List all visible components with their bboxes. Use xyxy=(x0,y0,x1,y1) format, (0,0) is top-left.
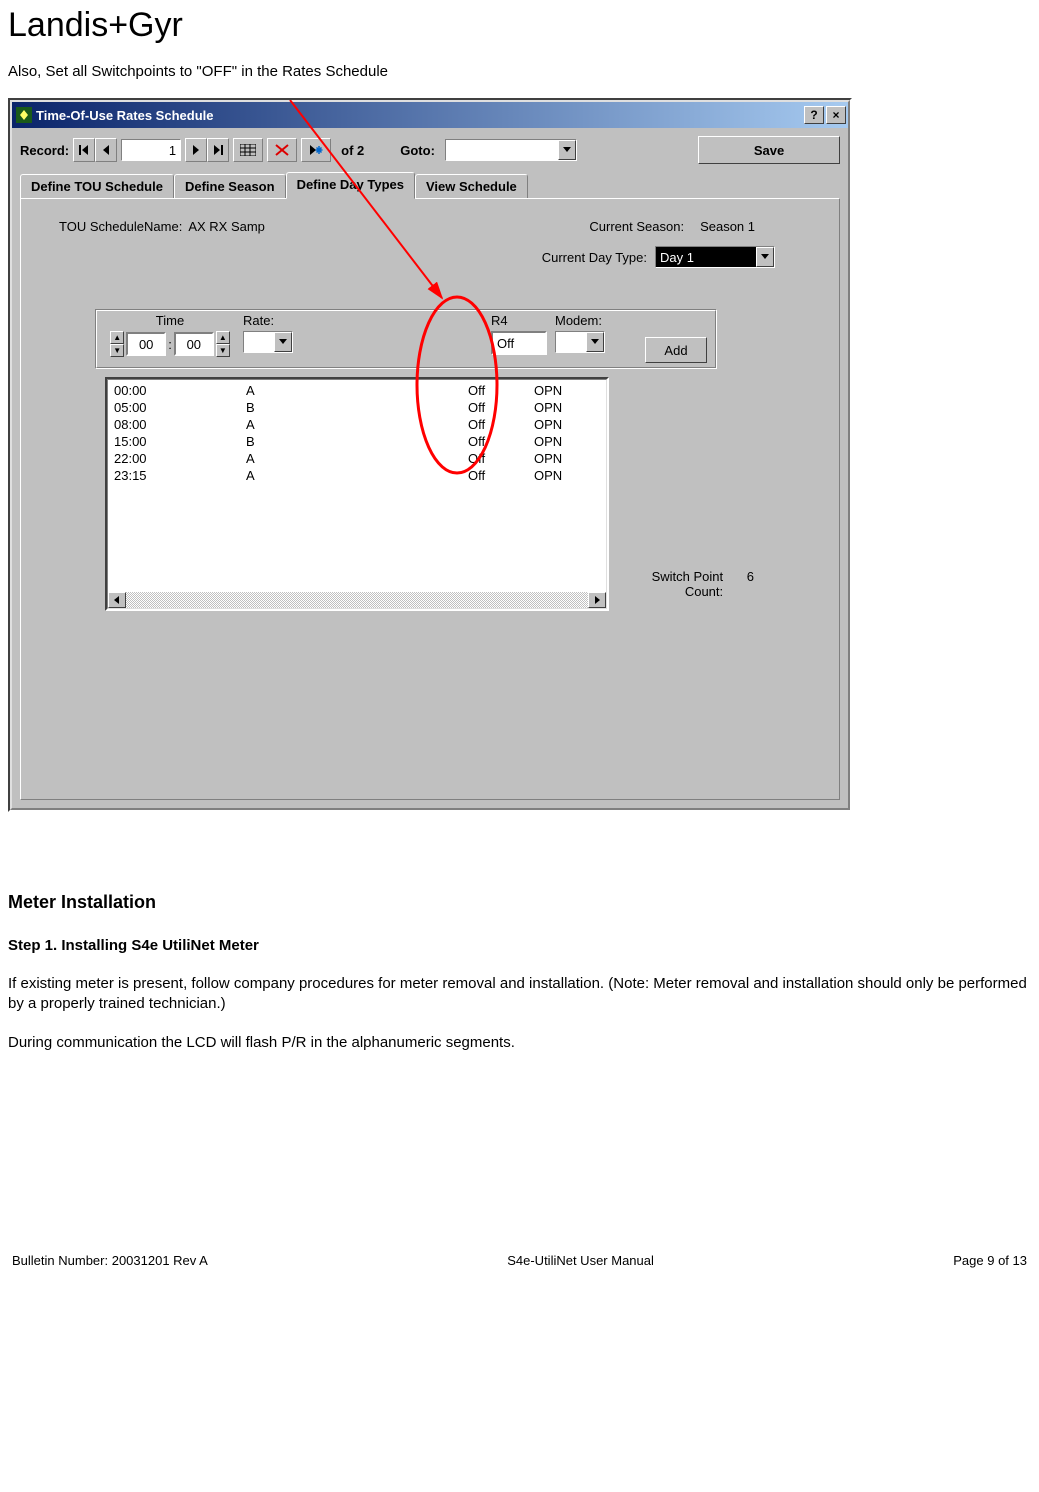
tab-define-tou-schedule[interactable]: Define TOU Schedule xyxy=(20,174,174,198)
schedule-name-label: TOU ScheduleName: xyxy=(59,219,182,234)
modem-combo[interactable] xyxy=(555,331,605,353)
list-item[interactable]: 05:00BOffOPN xyxy=(114,399,606,416)
grid-icon-button[interactable] xyxy=(233,138,263,162)
page-footer: Bulletin Number: 20031201 Rev A S4e-Util… xyxy=(8,1253,1031,1268)
scroll-left-icon[interactable] xyxy=(108,592,126,608)
footer-center: S4e-UtiliNet User Manual xyxy=(507,1253,654,1268)
r4-column-label: R4 xyxy=(491,313,508,328)
footer-right: Page 9 of 13 xyxy=(953,1253,1027,1268)
chevron-down-icon[interactable] xyxy=(558,140,576,160)
tab-view-schedule[interactable]: View Schedule xyxy=(415,174,528,198)
switchpoint-count-area: Switch Point Count: 6 xyxy=(652,569,754,599)
time-colon: : xyxy=(168,337,172,352)
switchpoint-count-value: 6 xyxy=(747,569,754,584)
first-record-button[interactable] xyxy=(73,138,95,162)
switchpoint-count-label: Switch Point Count: xyxy=(652,569,724,599)
record-toolbar: Record: 1 of 2 Goto: Save xyxy=(12,128,848,172)
r4-input[interactable]: Off xyxy=(491,331,547,355)
time-hh-spinner[interactable]: ▲▼ xyxy=(110,331,124,357)
scroll-right-icon[interactable] xyxy=(588,592,606,608)
goto-label: Goto: xyxy=(400,143,435,158)
list-item[interactable]: 08:00AOffOPN xyxy=(114,416,606,433)
help-button[interactable]: ? xyxy=(804,106,824,124)
step-heading: Step 1. Installing S4e UtiliNet Meter xyxy=(8,937,1031,954)
prev-record-button[interactable] xyxy=(95,138,117,162)
last-record-button[interactable] xyxy=(207,138,229,162)
chevron-down-icon[interactable] xyxy=(274,332,292,352)
titlebar: Time-Of-Use Rates Schedule ? × xyxy=(12,102,848,128)
switchpoint-input-group: Time ▲▼ 00 : 00 ▲▼ Rate: xyxy=(95,309,717,369)
tab-strip: Define TOU Schedule Define Season Define… xyxy=(12,172,848,198)
app-icon xyxy=(16,107,32,123)
time-column-label: Time xyxy=(156,313,184,328)
save-button[interactable]: Save xyxy=(698,136,840,164)
switchpoint-listbox[interactable]: 00:00AOffOPN05:00BOffOPN08:00AOffOPN15:0… xyxy=(105,377,609,611)
record-number-input[interactable]: 1 xyxy=(121,139,181,161)
rate-column-label: Rate: xyxy=(243,313,274,328)
time-mm-input[interactable]: 00 xyxy=(174,332,214,356)
chevron-down-icon[interactable] xyxy=(756,247,774,267)
current-daytype-combo[interactable]: Day 1 xyxy=(655,246,775,268)
next-record-button[interactable] xyxy=(185,138,207,162)
delete-record-button[interactable] xyxy=(267,138,297,162)
tab-define-season[interactable]: Define Season xyxy=(174,174,286,198)
time-mm-spinner[interactable]: ▲▼ xyxy=(216,331,230,357)
time-hh-input[interactable]: 00 xyxy=(126,332,166,356)
horizontal-scrollbar[interactable] xyxy=(108,592,606,608)
body-paragraph-2: During communication the LCD will flash … xyxy=(8,1033,1031,1053)
footer-left: Bulletin Number: 20031201 Rev A xyxy=(12,1253,208,1268)
record-label: Record: xyxy=(20,143,69,158)
chevron-down-icon[interactable] xyxy=(586,332,604,352)
close-button[interactable]: × xyxy=(826,106,846,124)
list-item[interactable]: 15:00BOffOPN xyxy=(114,433,606,450)
list-item[interactable]: 00:00AOffOPN xyxy=(114,382,606,399)
add-button[interactable]: Add xyxy=(645,337,707,363)
schedule-name-value: AX RX Samp xyxy=(188,219,265,234)
brand-header: Landis+Gyr xyxy=(8,6,1031,45)
section-heading: Meter Installation xyxy=(8,892,1031,913)
current-season-label: Current Season: xyxy=(589,219,684,234)
rate-combo[interactable] xyxy=(243,331,293,353)
dialog-window: Time-Of-Use Rates Schedule ? × Record: 1… xyxy=(8,98,852,812)
body-paragraph-1: If existing meter is present, follow com… xyxy=(8,974,1031,1015)
current-daytype-label: Current Day Type: xyxy=(542,250,647,265)
goto-combo[interactable] xyxy=(445,139,577,161)
tab-page-define-day-types: TOU ScheduleName: AX RX Samp Current Sea… xyxy=(20,198,840,800)
current-season-value: Season 1 xyxy=(700,219,755,234)
list-item[interactable]: 22:00AOffOPN xyxy=(114,450,606,467)
new-record-button[interactable] xyxy=(301,138,331,162)
list-item[interactable]: 23:15AOffOPN xyxy=(114,467,606,484)
modem-column-label: Modem: xyxy=(555,313,602,328)
window-title: Time-Of-Use Rates Schedule xyxy=(36,108,804,123)
tab-define-day-types[interactable]: Define Day Types xyxy=(286,172,415,199)
intro-paragraph: Also, Set all Switchpoints to "OFF" in t… xyxy=(8,63,1031,80)
record-total-label: of 2 xyxy=(341,143,364,158)
